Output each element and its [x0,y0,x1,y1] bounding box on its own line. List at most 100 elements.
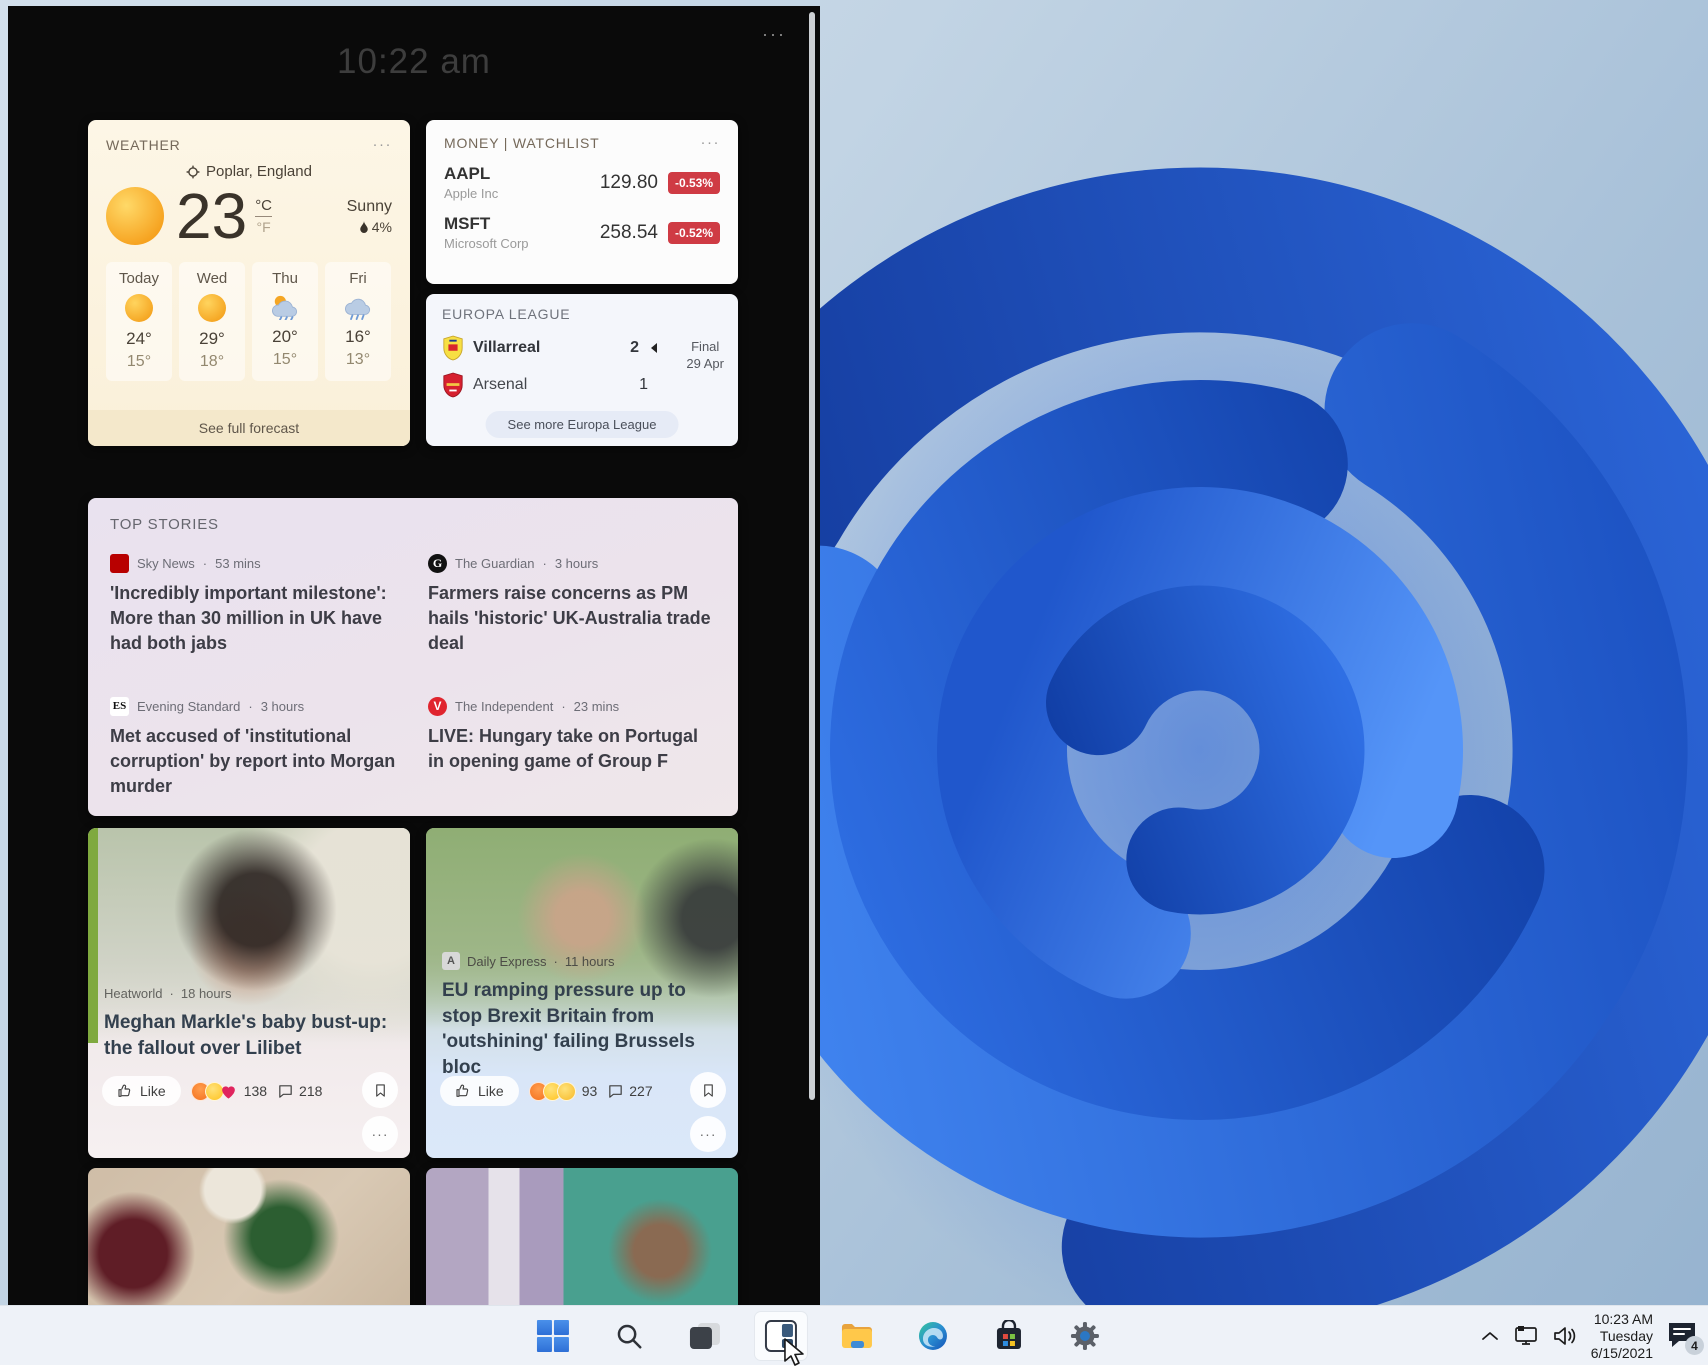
rain-icon [343,294,373,320]
search-icon [614,1321,644,1351]
like-button[interactable]: Like [102,1076,181,1106]
task-view-button[interactable] [679,1312,731,1360]
like-button[interactable]: Like [440,1076,519,1106]
weather-location[interactable]: Poplar, England [206,163,312,180]
top-stories-title: TOP STORIES [110,516,219,533]
sunny-icon [106,187,164,245]
taskbar: 10:23 AM Tuesday 6/15/2021 4 [0,1305,1708,1365]
news-card-partial[interactable] [426,1168,738,1306]
arsenal-crest-icon [442,372,464,398]
tray-clock[interactable]: 10:23 AM Tuesday 6/15/2021 [1591,1311,1653,1362]
comments-button[interactable]: 227 [607,1083,652,1100]
panel-more-button[interactable]: ··· [762,24,786,45]
windows-logo-icon [537,1320,569,1352]
card-more-button[interactable]: ··· [690,1116,726,1152]
weather-more-button[interactable]: ··· [373,136,393,153]
reactions[interactable]: 93 [529,1082,598,1101]
celsius-toggle[interactable]: °C [255,197,272,217]
network-icon[interactable] [1513,1325,1539,1347]
stock-row-msft[interactable]: MSFT Microsoft Corp 258.54 -0.52% [444,214,720,251]
comment-icon [277,1083,294,1100]
story-item[interactable]: ES Evening Standard · 3 hours Met accuse… [110,697,398,800]
widgets-panel: 10:22 am ··· WEATHER ··· Poplar, England… [8,6,820,1306]
sports-title: EUROPA LEAGUE [442,306,570,322]
article-headline: EU ramping pressure up to stop Brexit Br… [442,978,724,1081]
daily-express-icon: A [442,952,460,970]
sun-rain-icon [270,294,300,320]
edge-button[interactable] [907,1312,959,1360]
money-more-button[interactable]: ··· [701,134,721,151]
heart-reaction-icon [219,1082,238,1101]
raindrop-icon [359,221,369,233]
panel-scrollbar[interactable] [809,12,815,1100]
news-card-meghan[interactable]: Heatworld · 18 hours Meghan Markle's bab… [88,828,410,1158]
forecast-day[interactable]: Today 24° 15° [106,262,172,381]
precipitation-chance: 4% [372,219,392,235]
top-stories-widget: TOP STORIES Sky News · 53 mins 'Incredib… [88,498,738,816]
bookmark-button[interactable] [690,1072,726,1108]
mouse-cursor [782,1337,808,1367]
villarreal-crest-icon [442,335,464,361]
microsoft-store-button[interactable] [983,1312,1035,1360]
volume-icon[interactable] [1552,1325,1578,1347]
panel-clock: 10:22 am [8,42,820,82]
independent-icon: V [428,697,447,716]
bookmark-button[interactable] [362,1072,398,1108]
weather-widget: WEATHER ··· Poplar, England 23 °C °F Sun… [88,120,410,446]
laughing-reaction-icon [557,1082,576,1101]
news-card-brexit[interactable]: A Daily Express · 11 hours EU ramping pr… [426,828,738,1158]
thumbs-up-icon [455,1083,471,1099]
card-more-button[interactable]: ··· [362,1116,398,1152]
search-button[interactable] [603,1312,655,1360]
stock-price: 258.54 [600,222,658,244]
location-icon [186,165,200,179]
fahrenheit-toggle[interactable]: °F [257,217,271,235]
forecast-day[interactable]: Thu 20° 15° [252,262,318,381]
forecast-day[interactable]: Wed 29° 18° [179,262,245,381]
match-date: 29 Apr [686,355,724,372]
see-more-europa-league-button[interactable]: See more Europa League [486,411,679,438]
reactions[interactable]: 138 [191,1082,267,1101]
match-team-row[interactable]: Villarreal 2 [442,335,657,361]
store-icon [994,1320,1024,1352]
weather-condition: Sunny [347,198,392,216]
wallpaper-bloom-art [760,110,1708,1320]
file-explorer-icon [840,1321,874,1351]
stock-row-aapl[interactable]: AAPL Apple Inc 129.80 -0.53% [444,164,720,201]
gear-icon [1069,1320,1101,1352]
article-headline: Meghan Markle's baby bust-up: the fallou… [104,1010,396,1061]
comment-icon [607,1083,624,1100]
story-item[interactable]: Sky News · 53 mins 'Incredibly important… [110,554,398,657]
match-team-row[interactable]: Arsenal 1 [442,372,648,398]
stock-price: 129.80 [600,172,658,194]
guardian-icon: G [428,554,447,573]
edge-browser-icon [917,1320,949,1352]
match-status: Final [686,338,724,355]
tray-chevron-up-icon[interactable] [1480,1329,1500,1343]
file-explorer-button[interactable] [831,1312,883,1360]
winner-marker-icon [651,343,657,353]
story-item[interactable]: V The Independent · 23 mins LIVE: Hungar… [428,697,716,800]
widgets-button[interactable] [755,1312,807,1360]
notification-badge: 4 [1685,1336,1704,1355]
forecast-day[interactable]: Fri 16° 13° [325,262,391,381]
money-title: MONEY | WATCHLIST [444,135,599,151]
bookmark-icon [373,1082,388,1099]
settings-button[interactable] [1059,1312,1111,1360]
notification-center-button[interactable]: 4 [1666,1320,1700,1352]
current-temperature: 23 [176,184,247,248]
sky-news-icon [110,554,129,573]
weather-title: WEATHER [106,137,181,153]
news-card-partial[interactable] [88,1168,410,1306]
team-score: 1 [639,376,648,394]
bookmark-icon [701,1082,716,1099]
evening-standard-icon: ES [110,697,129,716]
sun-icon [198,294,226,322]
start-button[interactable] [527,1312,579,1360]
team-score: 2 [630,339,639,357]
comments-button[interactable]: 218 [277,1083,322,1100]
stock-change-badge: -0.53% [668,172,720,194]
see-full-forecast-link[interactable]: See full forecast [88,410,410,446]
story-item[interactable]: G The Guardian · 3 hours Farmers raise c… [428,554,716,657]
sun-icon [125,294,153,322]
